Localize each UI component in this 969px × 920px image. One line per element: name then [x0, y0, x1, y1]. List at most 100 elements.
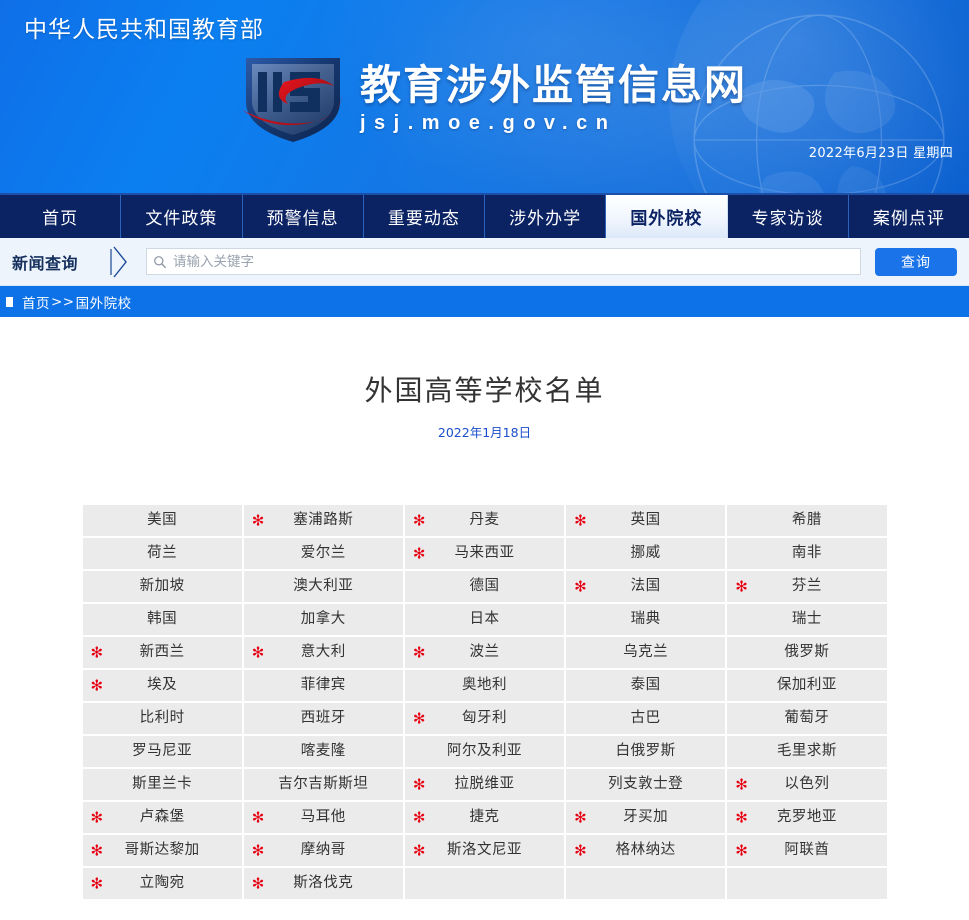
nav-item-5[interactable]: 涉外办学 [485, 195, 607, 238]
country-cell[interactable]: 西班牙 [243, 703, 403, 734]
asterisk-icon: ✻ [412, 808, 426, 826]
country-cell[interactable]: 美国 [82, 505, 242, 536]
country-cell[interactable]: 韩国 [82, 604, 242, 635]
country-cell[interactable]: ✻ 拉脱维亚 [404, 769, 565, 800]
search-submit-button[interactable]: 查询 [875, 247, 957, 276]
country-name: 德国 [469, 578, 500, 594]
country-name: 瑞典 [630, 611, 661, 627]
country-name: 立陶宛 [139, 875, 185, 891]
country-name: 法国 [630, 578, 661, 594]
chevron-divider-icon [110, 245, 132, 279]
country-cell[interactable]: ✻ 以色列 [727, 769, 887, 800]
country-cell[interactable]: ✻ 意大利 [243, 637, 403, 668]
nav-item-1[interactable]: 首页 [0, 195, 122, 238]
country-cell[interactable]: 保加利亚 [727, 670, 887, 701]
country-cell[interactable]: ✻ 立陶宛 [82, 868, 242, 899]
country-cell[interactable]: ✻ 斯洛文尼亚 [404, 835, 565, 866]
country-name: 古巴 [630, 710, 661, 726]
asterisk-icon: ✻ [574, 808, 587, 826]
country-cell[interactable]: ✻ 芬兰 [727, 571, 887, 602]
country-cell[interactable]: 德国 [404, 571, 565, 602]
country-name: 埃及 [147, 677, 178, 693]
country-cell[interactable]: 毛里求斯 [727, 736, 887, 767]
country-cell[interactable]: 葡萄牙 [727, 703, 887, 734]
country-cell[interactable]: 喀麦隆 [243, 736, 403, 767]
country-name: 斯里兰卡 [132, 776, 193, 792]
country-cell[interactable]: ✻ 法国 [566, 571, 726, 602]
current-date: 2022年6月23日 星期四 [808, 146, 953, 161]
country-cell[interactable]: ✻ 丹麦 [404, 505, 565, 536]
country-cell[interactable]: 列支敦士登 [566, 769, 726, 800]
country-cell[interactable]: ✻ 阿联酋 [727, 835, 887, 866]
country-name: 新西兰 [139, 644, 185, 660]
site-header: 中华人民共和国教育部 教育涉外监管信息网 jsj.moe.gov.cn 2022… [0, 0, 969, 193]
country-cell[interactable]: 乌克兰 [566, 637, 726, 668]
country-cell[interactable]: 菲律宾 [243, 670, 403, 701]
nav-item-6[interactable]: 国外院校 [606, 195, 728, 238]
country-name: 克罗地亚 [776, 809, 837, 825]
ministry-name: 中华人民共和国教育部 [24, 17, 264, 43]
country-cell[interactable]: 罗马尼亚 [82, 736, 242, 767]
country-name: 毛里求斯 [776, 743, 837, 759]
country-cell[interactable]: 日本 [404, 604, 565, 635]
country-cell[interactable]: ✻ 捷克 [404, 802, 565, 833]
country-cell[interactable]: ✻ 摩纳哥 [243, 835, 403, 866]
country-cell[interactable]: 瑞典 [566, 604, 726, 635]
country-cell[interactable]: ✻ 马来西亚 [404, 538, 565, 569]
country-cell[interactable]: ✻ 新西兰 [82, 637, 242, 668]
country-cell[interactable]: ✻ 英国 [566, 505, 726, 536]
country-cell[interactable]: ✻ 波兰 [404, 637, 565, 668]
country-cell[interactable]: 荷兰 [82, 538, 242, 569]
nav-item-label: 预警信息 [266, 209, 339, 229]
nav-item-8[interactable]: 案例点评 [849, 195, 969, 238]
country-cell[interactable]: 奥地利 [404, 670, 565, 701]
nav-item-7[interactable]: 专家访谈 [728, 195, 849, 238]
country-cell[interactable]: 新加坡 [82, 571, 242, 602]
country-name: 意大利 [300, 644, 346, 660]
country-cell[interactable]: ✻ 马耳他 [243, 802, 403, 833]
country-cell[interactable]: 古巴 [566, 703, 726, 734]
asterisk-icon: ✻ [251, 511, 265, 529]
country-cell[interactable]: ✻ 哥斯达黎加 [82, 835, 242, 866]
country-cell[interactable]: 南非 [727, 538, 887, 569]
asterisk-icon: ✻ [412, 643, 426, 661]
country-cell[interactable]: 加拿大 [243, 604, 403, 635]
country-cell[interactable]: 爱尔兰 [243, 538, 403, 569]
country-cell[interactable]: ✻ 匈牙利 [404, 703, 565, 734]
site-domain: jsj.moe.gov.cn [360, 111, 617, 134]
search-field[interactable] [146, 248, 861, 275]
asterisk-icon: ✻ [412, 709, 426, 727]
country-cell[interactable]: ✻ 卢森堡 [82, 802, 242, 833]
country-cell[interactable]: ✻ 埃及 [82, 670, 242, 701]
country-cell[interactable]: 白俄罗斯 [566, 736, 726, 767]
country-cell[interactable]: 斯里兰卡 [82, 769, 242, 800]
nav-item-2[interactable]: 文件政策 [121, 195, 243, 238]
country-cell[interactable]: 比利时 [82, 703, 242, 734]
country-cell[interactable]: ✻ 塞浦路斯 [243, 505, 403, 536]
country-cell-empty [404, 868, 565, 899]
country-cell[interactable]: ✻ 斯洛伐克 [243, 868, 403, 899]
table-row: ✻ 埃及 菲律宾 奥地利 泰国 保加利亚 [82, 670, 887, 701]
country-cell[interactable]: ✻ 格林纳达 [566, 835, 726, 866]
nav-item-3[interactable]: 预警信息 [243, 195, 364, 238]
asterisk-icon: ✻ [90, 643, 104, 661]
country-cell[interactable]: 吉尔吉斯斯坦 [243, 769, 403, 800]
country-cell[interactable]: ✻ 牙买加 [566, 802, 726, 833]
site-logo[interactable]: 教育涉外监管信息网 jsj.moe.gov.cn [234, 52, 747, 144]
country-cell[interactable]: 俄罗斯 [727, 637, 887, 668]
country-cell[interactable]: 阿尔及利亚 [404, 736, 565, 767]
country-name: 格林纳达 [615, 842, 676, 858]
country-cell[interactable]: 希腊 [727, 505, 887, 536]
search-input[interactable] [173, 249, 860, 274]
country-cell[interactable]: 挪威 [566, 538, 726, 569]
country-cell[interactable]: 瑞士 [727, 604, 887, 635]
nav-item-4[interactable]: 重要动态 [364, 195, 485, 238]
breadcrumb: 首页 >> 国外院校 [0, 286, 969, 317]
breadcrumb-home-link[interactable]: 首页 [22, 292, 50, 312]
country-cell[interactable]: ✻ 克罗地亚 [727, 802, 887, 833]
nav-item-label: 涉外办学 [509, 209, 582, 229]
nav-item-label: 重要动态 [387, 209, 460, 229]
country-cell[interactable]: 泰国 [566, 670, 726, 701]
country-name: 喀麦隆 [300, 743, 346, 759]
country-cell[interactable]: 澳大利亚 [243, 571, 403, 602]
